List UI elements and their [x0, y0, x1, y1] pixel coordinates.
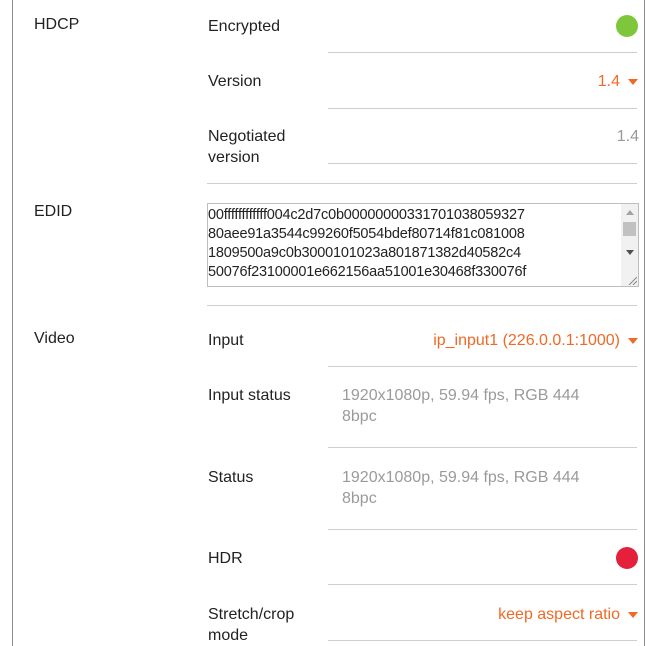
section-divider [207, 305, 637, 306]
input-label: Input [208, 332, 244, 349]
version-value: 1.4 [597, 73, 620, 90]
negotiated-version-label: Negotiated version [208, 128, 286, 166]
edid-text: 00ffffffffffff004c2d7c0b0000000033170103… [208, 207, 527, 280]
divider [328, 529, 637, 530]
chevron-down-icon [628, 337, 638, 344]
scroll-down-icon[interactable] [621, 244, 638, 261]
version-dropdown[interactable]: 1.4 [598, 71, 638, 92]
stretch-crop-mode-label: Stretch/crop mode [208, 606, 295, 644]
divider [328, 163, 637, 164]
status-value: 1920x1080p, 59.94 fps, RGB 444 8bpc [342, 469, 580, 507]
encrypted-status-indicator [616, 15, 638, 37]
edid-section-label: EDID [34, 203, 73, 220]
hdr-label: HDR [208, 550, 243, 567]
scroll-up-icon[interactable] [621, 204, 638, 221]
stretch-crop-mode-value: keep aspect ratio [498, 606, 620, 623]
edid-textarea[interactable]: 00ffffffffffff004c2d7c0b0000000033170103… [207, 203, 639, 287]
input-status-value: 1920x1080p, 59.94 fps, RGB 444 8bpc [342, 387, 580, 425]
divider [328, 108, 637, 109]
video-section-label: Video [34, 330, 75, 347]
section-divider [207, 183, 637, 184]
input-dropdown[interactable]: ip_input1 (226.0.0.1:1000) [433, 330, 638, 351]
input-value: ip_input1 (226.0.0.1:1000) [433, 332, 620, 349]
encrypted-label: Encrypted [208, 18, 281, 35]
scroll-thumb[interactable] [623, 222, 636, 236]
stretch-crop-mode-dropdown[interactable]: keep aspect ratio [498, 604, 638, 625]
divider [328, 447, 637, 448]
version-label: Version [208, 73, 262, 90]
status-label: Status [208, 469, 254, 486]
resize-handle-icon[interactable] [627, 275, 637, 285]
settings-panel [12, 0, 645, 646]
input-status-label: Input status [208, 387, 291, 404]
divider [328, 366, 637, 367]
hdr-status-indicator [616, 547, 638, 569]
negotiated-version-value: 1.4 [616, 128, 639, 145]
chevron-down-icon [628, 611, 638, 618]
hdcp-section-label: HDCP [34, 16, 80, 33]
divider [328, 584, 637, 585]
divider [328, 52, 637, 53]
chevron-down-icon [628, 78, 638, 85]
edid-scrollbar[interactable] [621, 204, 638, 286]
divider [328, 640, 637, 641]
